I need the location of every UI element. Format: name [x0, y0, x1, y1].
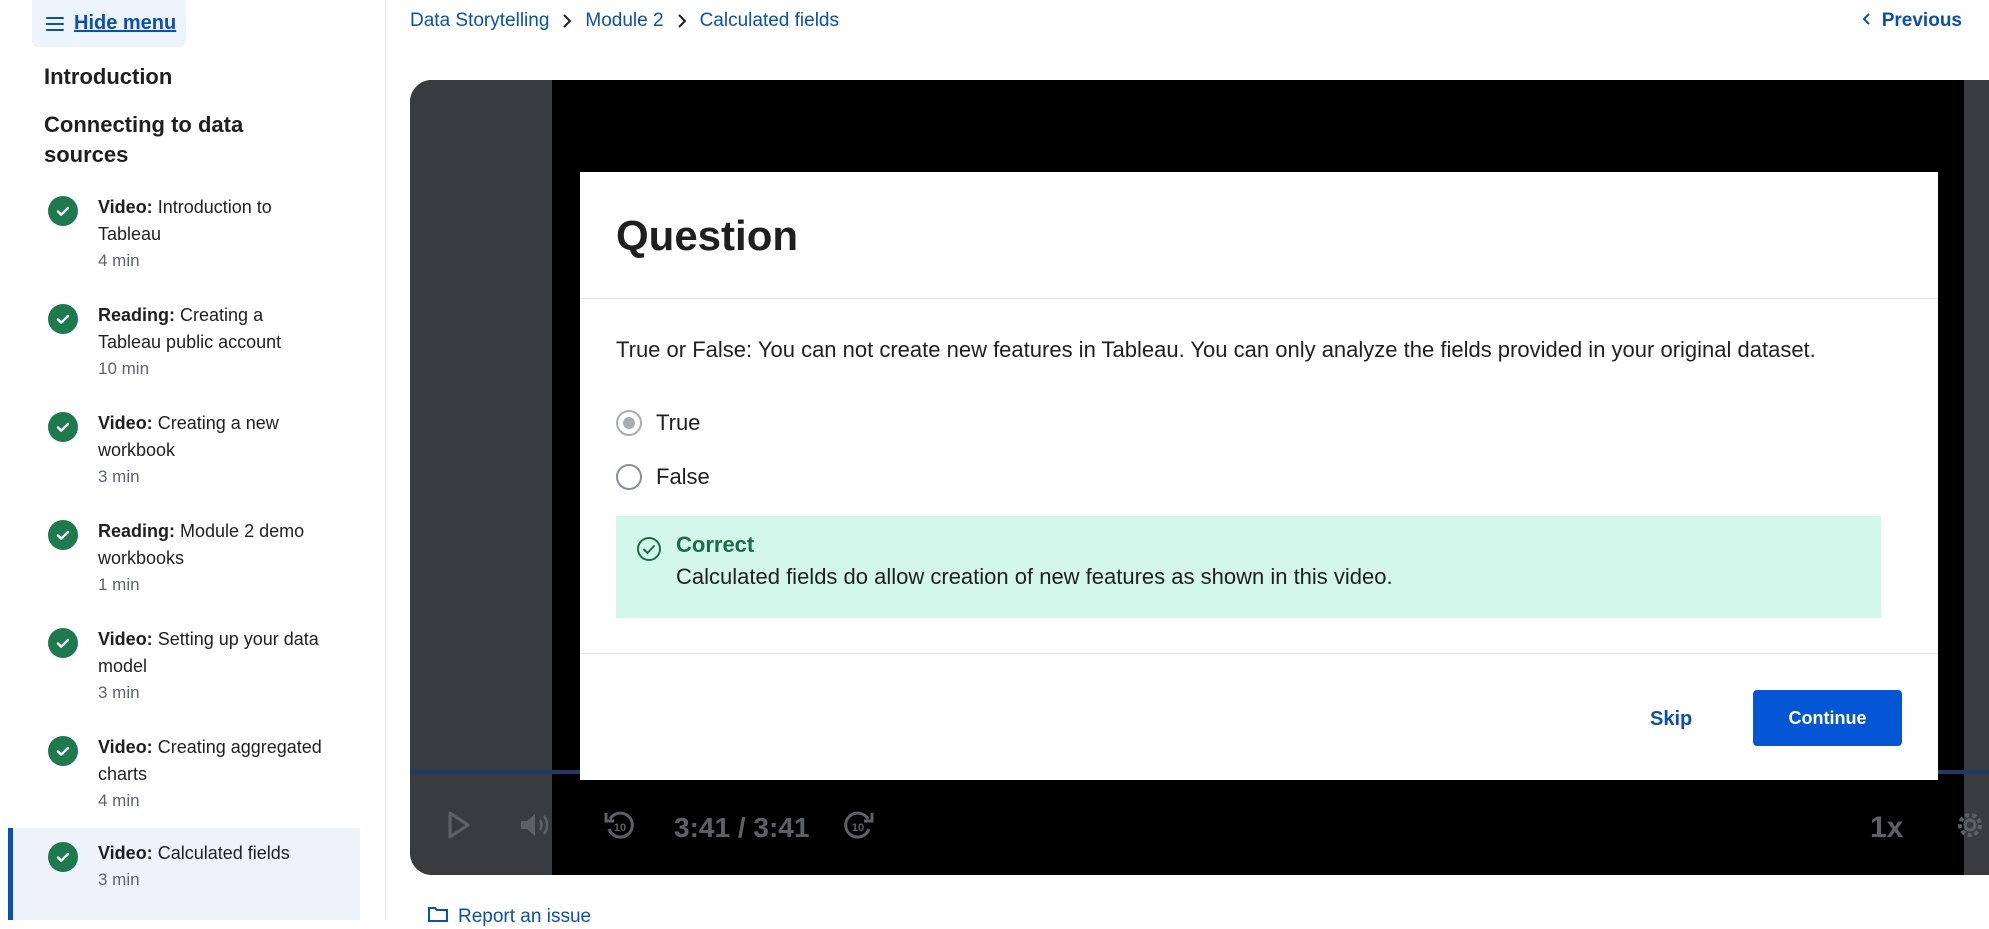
- feedback-message: Calculated fields do allow creation of n…: [676, 564, 1393, 589]
- lesson-duration: 4 min: [98, 791, 140, 810]
- lesson-item-current[interactable]: Video: Calculated fields 3 min: [8, 828, 360, 920]
- breadcrumb: Data Storytelling Module 2 Calculated fi…: [410, 6, 839, 36]
- check-circle-icon: [636, 536, 662, 567]
- hide-menu-label: Hide menu: [74, 12, 177, 34]
- feedback-status: Correct: [676, 532, 755, 557]
- lesson-duration: 1 min: [98, 575, 140, 594]
- divider: [580, 653, 1938, 654]
- lesson-item[interactable]: Video: Creating a new workbook 3 min: [8, 398, 360, 506]
- question-heading: Question: [616, 212, 799, 259]
- lesson-type: Reading:: [98, 521, 176, 541]
- section-introduction[interactable]: Introduction: [44, 62, 172, 92]
- lesson-duration: 3 min: [98, 467, 140, 486]
- option-true[interactable]: True: [616, 410, 700, 436]
- completed-check-icon: [48, 628, 78, 658]
- completed-check-icon: [48, 842, 78, 872]
- lesson-item[interactable]: Video: Creating aggregated charts 4 min: [8, 722, 360, 830]
- skip-button[interactable]: Skip: [1650, 708, 1692, 731]
- lesson-item[interactable]: Reading: Creating a Tableau public accou…: [8, 290, 360, 398]
- question-dialog: Question True or False: You can not crea…: [580, 172, 1938, 780]
- forward-10-button[interactable]: 10: [840, 780, 876, 875]
- forward-10-icon: 10: [840, 807, 876, 848]
- previous-label: Previous: [1881, 10, 1962, 31]
- video-letterbox-left: [410, 80, 552, 875]
- completed-check-icon: [48, 304, 78, 334]
- rewind-seconds: 10: [614, 822, 626, 834]
- breadcrumb-module[interactable]: Module 2: [585, 10, 663, 32]
- divider: [580, 298, 1938, 299]
- gear-icon: [1952, 807, 1988, 848]
- option-label: False: [656, 464, 710, 489]
- lesson-type: Video:: [98, 629, 153, 649]
- completed-check-icon: [48, 412, 78, 442]
- hide-menu-button[interactable]: Hide menu: [32, 0, 186, 47]
- playback-speed-button[interactable]: 1x: [1870, 780, 1903, 875]
- lesson-duration: 10 min: [98, 359, 150, 378]
- lesson-duration: 4 min: [98, 251, 140, 270]
- breadcrumb-course[interactable]: Data Storytelling: [410, 10, 549, 32]
- playback-speed: 1x: [1870, 810, 1904, 844]
- lesson-item[interactable]: Video: Setting up your data model 3 min: [8, 614, 360, 722]
- report-issue-label: Report an issue: [458, 906, 592, 927]
- volume-icon: [518, 810, 552, 845]
- option-label: True: [656, 410, 701, 435]
- time-display: 3:41 / 3:41: [674, 780, 809, 875]
- time-readout: 3:41 / 3:41: [674, 811, 810, 843]
- lesson-title: Calculated fields: [157, 843, 290, 863]
- report-issue-link[interactable]: Report an issue: [428, 905, 591, 929]
- radio-icon[interactable]: [616, 464, 642, 490]
- chevron-right-icon: [549, 13, 585, 29]
- chevron-right-icon: [664, 13, 700, 29]
- folder-icon: [428, 905, 448, 929]
- lesson-duration: 3 min: [98, 870, 140, 889]
- section-connecting-to-data-sources[interactable]: Connecting to data sources: [44, 110, 304, 170]
- lesson-type: Video:: [98, 737, 153, 757]
- play-icon: [446, 810, 472, 845]
- lesson-item[interactable]: Reading: Module 2 demo workbooks 1 min: [8, 506, 360, 614]
- volume-button[interactable]: [518, 780, 552, 875]
- settings-button[interactable]: [1952, 780, 1988, 875]
- question-prompt: True or False: You can not create new fe…: [616, 337, 1816, 362]
- chevron-left-icon: [1862, 10, 1872, 32]
- rewind-10-button[interactable]: 10: [602, 780, 638, 875]
- menu-icon: [46, 16, 64, 31]
- continue-button[interactable]: Continue: [1753, 690, 1902, 746]
- completed-check-icon: [48, 736, 78, 766]
- lesson-item[interactable]: Video: Introduction to Tableau 4 min: [8, 182, 360, 290]
- lesson-type: Video:: [98, 197, 153, 217]
- lesson-type: Video:: [98, 413, 153, 433]
- rewind-10-icon: 10: [602, 807, 638, 848]
- completed-check-icon: [48, 196, 78, 226]
- course-sidebar: Hide menu Introduction Connecting to dat…: [0, 0, 386, 920]
- video-controls: 10 3:41 / 3:41 10 1x: [410, 780, 1989, 875]
- radio-selected-icon[interactable]: [616, 410, 642, 436]
- previous-button[interactable]: Previous: [1862, 6, 1962, 36]
- option-false[interactable]: False: [616, 464, 710, 490]
- lesson-type: Video:: [98, 843, 153, 863]
- lesson-type: Reading:: [98, 305, 176, 325]
- forward-seconds: 10: [852, 822, 864, 834]
- play-button[interactable]: [446, 780, 472, 875]
- lesson-duration: 3 min: [98, 683, 140, 702]
- breadcrumb-current[interactable]: Calculated fields: [700, 10, 839, 32]
- completed-check-icon: [48, 520, 78, 550]
- feedback-banner: Correct Calculated fields do allow creat…: [616, 516, 1881, 618]
- video-letterbox-right: [1964, 80, 1989, 875]
